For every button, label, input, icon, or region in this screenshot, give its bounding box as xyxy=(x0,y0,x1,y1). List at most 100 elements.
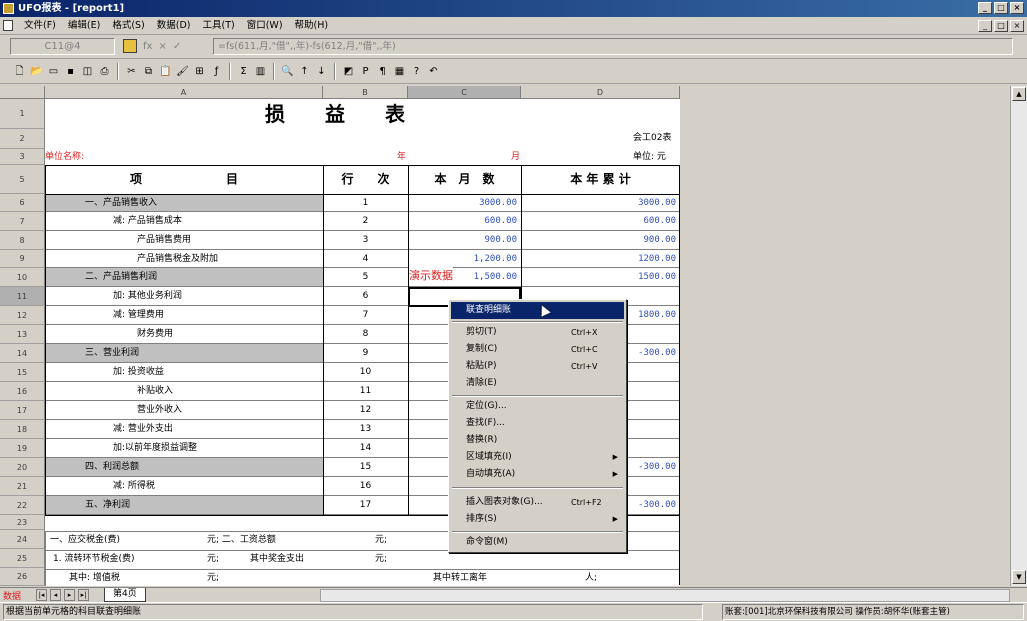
line-number-cell[interactable]: 6 xyxy=(323,287,408,306)
year-amount-cell[interactable]: 3000.00 xyxy=(521,194,678,212)
menu-item-range-fill[interactable]: 区域填充(I) ▶ xyxy=(451,449,624,466)
row-header[interactable]: 2 xyxy=(0,129,45,149)
row-header[interactable]: 25 xyxy=(0,549,45,568)
menu-item-auto-fill[interactable]: 自动填充(A) ▶ xyxy=(451,466,624,483)
new-icon[interactable]: 🗋 xyxy=(12,63,27,80)
chart-icon[interactable]: ▥ xyxy=(253,63,268,80)
line-number-cell[interactable]: 7 xyxy=(323,306,408,325)
item-cell[interactable]: 一、产品销售收入 xyxy=(85,194,157,212)
row-header[interactable]: 23 xyxy=(0,515,45,530)
row-header[interactable]: 19 xyxy=(0,439,45,458)
menu-item-replace[interactable]: 替换(R) xyxy=(451,432,624,449)
row-header[interactable]: 16 xyxy=(0,382,45,401)
cell-reference-box[interactable]: C11@4 xyxy=(10,38,115,55)
cancel-edit-icon[interactable]: × xyxy=(158,38,166,55)
row-header[interactable]: 7 xyxy=(0,212,45,231)
line-number-cell[interactable]: 16 xyxy=(323,477,408,496)
menu-item-cut[interactable]: 剪切(T) Ctrl+X xyxy=(451,324,624,341)
menu-item-command-window[interactable]: 命令窗(M) xyxy=(451,534,624,551)
line-number-cell[interactable]: 8 xyxy=(323,325,408,344)
insert-icon[interactable]: ⊞ xyxy=(192,63,207,80)
column-header-a[interactable]: A xyxy=(45,86,323,99)
item-cell[interactable]: 产品销售费用 xyxy=(137,231,191,250)
line-number-cell[interactable]: 14 xyxy=(323,439,408,458)
doc-minimize-button[interactable]: _ xyxy=(978,20,992,32)
year-amount-cell[interactable]: 1200.00 xyxy=(521,250,678,268)
undo-icon[interactable]: ↶ xyxy=(426,63,441,80)
row-header[interactable]: 18 xyxy=(0,420,45,439)
print-preview-icon[interactable]: ◫ xyxy=(80,63,95,80)
item-cell[interactable]: 补贴收入 xyxy=(137,382,173,401)
menu-item-copy[interactable]: 复制(C) Ctrl+C xyxy=(451,341,624,358)
month-amount-cell[interactable]: 1,200.00 xyxy=(408,250,519,268)
item-cell[interactable]: 加: 其他业务利润 xyxy=(113,287,182,306)
menu-item-insert-chart[interactable]: 插入图表对象(G)... Ctrl+F2 xyxy=(451,494,624,511)
menu-item-goto[interactable]: 定位(G)... xyxy=(451,398,624,415)
formula-input[interactable]: =fs(611,月,"借",,年)-fs(612,月,"借",,年) xyxy=(213,38,1013,55)
menu-item-find[interactable]: 查找(F)... xyxy=(451,415,624,432)
line-number-cell[interactable]: 9 xyxy=(323,344,408,363)
row-header[interactable]: 13 xyxy=(0,325,45,344)
scroll-up-icon[interactable]: ▲ xyxy=(1012,87,1026,101)
item-cell[interactable]: 减: 管理费用 xyxy=(113,306,164,325)
function-icon[interactable]: ƒ xyxy=(209,63,224,80)
close-file-icon[interactable]: ▭ xyxy=(46,63,61,80)
item-cell[interactable]: 财务费用 xyxy=(137,325,173,344)
row-header[interactable]: 9 xyxy=(0,250,45,268)
menu-help[interactable]: 帮助(H) xyxy=(289,17,335,35)
line-number-cell[interactable]: 17 xyxy=(323,496,408,515)
line-number-cell[interactable]: 5 xyxy=(323,268,408,287)
month-amount-cell[interactable]: 600.00 xyxy=(408,212,519,231)
item-cell[interactable]: 五、净利润 xyxy=(85,496,130,515)
paste-icon[interactable]: 📋 xyxy=(158,63,173,80)
menu-format[interactable]: 格式(S) xyxy=(106,17,150,35)
first-page-icon[interactable]: |◂ xyxy=(36,589,47,601)
row-header[interactable]: 3 xyxy=(0,149,45,165)
doc-restore-button[interactable]: □ xyxy=(994,20,1008,32)
menu-tools[interactable]: 工具(T) xyxy=(197,17,241,35)
menu-item-sort[interactable]: 排序(S) ▶ xyxy=(451,511,624,528)
save-icon[interactable]: ▪ xyxy=(63,63,78,80)
menu-edit[interactable]: 编辑(E) xyxy=(62,17,106,35)
column-header-b[interactable]: B xyxy=(323,86,408,99)
minimize-button[interactable]: _ xyxy=(978,2,992,14)
item-cell[interactable]: 营业外收入 xyxy=(137,401,182,420)
row-header[interactable]: 12 xyxy=(0,306,45,325)
row-header[interactable]: 5 xyxy=(0,165,45,194)
next-page-icon[interactable]: ▸ xyxy=(64,589,75,601)
line-number-cell[interactable]: 3 xyxy=(323,231,408,250)
doc-close-button[interactable]: × xyxy=(1010,20,1024,32)
item-cell[interactable]: 减: 所得税 xyxy=(113,477,155,496)
row-header[interactable]: 14 xyxy=(0,344,45,363)
mode-icon[interactable]: ¶ xyxy=(375,63,390,80)
month-amount-cell[interactable]: 3000.00 xyxy=(408,194,519,212)
item-cell[interactable]: 二、产品销售利润 xyxy=(85,268,157,287)
item-cell[interactable]: 三、营业利润 xyxy=(85,344,139,363)
row-header[interactable]: 21 xyxy=(0,477,45,496)
menu-item-drilldown-ledger[interactable]: 联查明细账 xyxy=(451,302,624,319)
row-header[interactable]: 15 xyxy=(0,363,45,382)
line-number-cell[interactable]: 2 xyxy=(323,212,408,231)
format-painter-icon[interactable]: 🖌 xyxy=(175,63,190,80)
close-button[interactable]: × xyxy=(1010,2,1024,14)
line-number-cell[interactable]: 1 xyxy=(323,194,408,212)
row-header[interactable]: 24 xyxy=(0,530,45,549)
item-cell[interactable]: 四、利润总额 xyxy=(85,458,139,477)
item-cell[interactable]: 加: 投资收益 xyxy=(113,363,164,382)
menu-file[interactable]: 文件(F) xyxy=(18,17,62,35)
open-icon[interactable]: 📂 xyxy=(29,63,44,80)
mode-indicator[interactable]: 数据 xyxy=(3,589,21,602)
vertical-scrollbar[interactable]: ▲ ▼ xyxy=(1010,86,1027,586)
cut-icon[interactable]: ✂ xyxy=(124,63,139,80)
line-number-cell[interactable]: 15 xyxy=(323,458,408,477)
find-icon[interactable]: 🔍 xyxy=(280,63,295,80)
row-header[interactable]: 26 xyxy=(0,568,45,586)
row-header[interactable]: 6 xyxy=(0,194,45,212)
row-header[interactable]: 1 xyxy=(0,99,45,129)
item-cell[interactable]: 加:以前年度损益调整 xyxy=(113,439,197,458)
line-number-cell[interactable]: 4 xyxy=(323,250,408,268)
document-icon[interactable] xyxy=(3,20,13,31)
bold-icon[interactable]: P xyxy=(358,63,373,80)
row-header[interactable]: 10 xyxy=(0,268,45,287)
menu-item-paste[interactable]: 粘贴(P) Ctrl+V xyxy=(451,358,624,375)
